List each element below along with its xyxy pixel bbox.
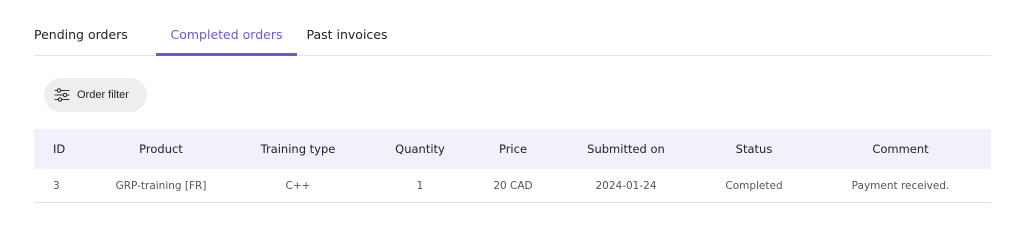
table-header-row: ID Product Training type Quantity Price … [34,129,991,169]
column-header-status: Status [698,129,810,169]
orders-page: Pending orders Completed orders Past inv… [0,0,1024,244]
tab-pending-orders[interactable]: Pending orders [34,0,156,55]
cell-status: Completed [698,169,810,203]
cell-id: 3 [34,169,94,203]
column-header-quantity: Quantity [368,129,472,169]
table-row[interactable]: 3 GRP-training [FR] C++ 1 20 CAD 2024-01… [34,169,991,203]
column-header-comment: Comment [810,129,991,169]
cell-training-type: C++ [228,169,368,203]
orders-table: ID Product Training type Quantity Price … [34,129,991,203]
order-filter-label: Order filter [77,89,129,101]
order-filter-button[interactable]: Order filter [44,78,147,112]
tab-completed-orders[interactable]: Completed orders [156,0,297,56]
cell-submitted-on: 2024-01-24 [554,169,698,203]
orders-tabs: Pending orders Completed orders Past inv… [34,0,991,56]
tab-past-invoices[interactable]: Past invoices [297,0,397,55]
sliders-icon [54,87,70,103]
column-header-product: Product [94,129,228,169]
column-header-id: ID [34,129,94,169]
column-header-submitted-on: Submitted on [554,129,698,169]
column-header-training-type: Training type [228,129,368,169]
cell-product: GRP-training [FR] [94,169,228,203]
cell-price: 20 CAD [472,169,554,203]
cell-quantity: 1 [368,169,472,203]
cell-comment: Payment received. [810,169,991,203]
column-header-price: Price [472,129,554,169]
